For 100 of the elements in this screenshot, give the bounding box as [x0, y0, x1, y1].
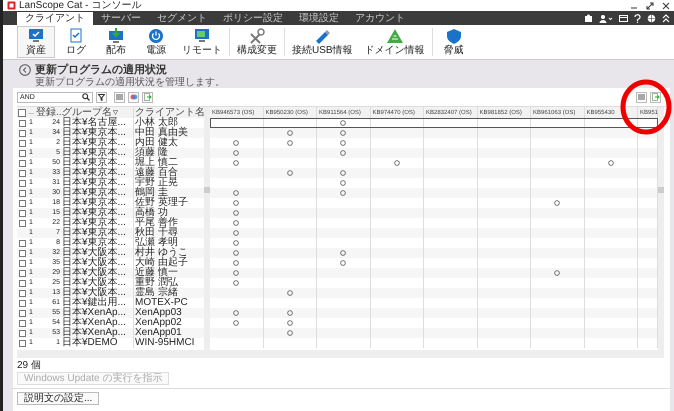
shield-icon	[444, 28, 463, 44]
row-checkbox[interactable]	[18, 260, 26, 266]
table-cell-text: 日本¥東京本...	[61, 168, 127, 178]
column-header[interactable]: グループ名	[62, 108, 112, 118]
list-view-button[interactable]	[114, 92, 125, 102]
table-cell-text: 日本¥XenAp...	[61, 328, 127, 338]
row-checkbox[interactable]	[18, 300, 26, 306]
column-header[interactable]: 登録...	[35, 108, 61, 118]
search-icon[interactable]	[82, 93, 90, 101]
row-checkbox[interactable]	[18, 310, 26, 316]
row-checkbox[interactable]	[18, 120, 26, 126]
table-cell-text: 日本¥XenAp...	[61, 318, 127, 328]
toolbar-button[interactable]: 構成変更	[232, 26, 282, 58]
table-cell-text: 日本¥東京本...	[61, 228, 127, 238]
row-checkbox[interactable]	[18, 220, 26, 226]
export-button[interactable]	[142, 92, 153, 102]
table-cell-text: 日本¥大阪本...	[61, 278, 127, 288]
tab[interactable]: サーバー	[93, 12, 149, 25]
row-checkbox[interactable]	[18, 330, 26, 336]
description-settings-button[interactable]: 説明文の設定...	[17, 392, 100, 405]
table-cell-text: 日本¥大阪本...	[61, 248, 127, 258]
table-cell-text: 日本¥大阪本...	[61, 288, 127, 298]
toolbar-button[interactable]: リモート	[177, 26, 227, 58]
row-checkbox[interactable]	[18, 210, 26, 216]
row-checkbox[interactable]	[18, 320, 26, 326]
globe-icon[interactable]	[647, 14, 656, 22]
table-cell-text: 日本¥名古屋...	[61, 118, 127, 128]
table-cell-text: 日本¥東京本...	[61, 158, 127, 168]
toolbar-button[interactable]: 脅威	[434, 26, 473, 58]
table-cell-text: 日本¥大阪本...	[61, 258, 127, 268]
table-cell-text: 日本¥東京本...	[61, 208, 127, 218]
toolbar-button[interactable]: 接続USB情報	[287, 26, 358, 58]
annotation-overlay	[620, 79, 672, 135]
monitor-download-icon	[107, 28, 125, 44]
row-checkbox[interactable]	[18, 290, 26, 296]
table-cell-text: 日本¥東京本...	[61, 148, 127, 158]
back-icon[interactable]	[19, 64, 31, 76]
table-cell-text: 日本¥東京本...	[61, 218, 127, 228]
tab[interactable]: 環境設定	[291, 12, 347, 25]
filter-icon[interactable]	[113, 110, 118, 115]
toolbar-button[interactable]: 電源	[137, 26, 175, 58]
table-row[interactable]	[210, 128, 658, 138]
row-checkbox[interactable]	[18, 180, 26, 186]
toolbar-button[interactable]: ドメイン情報	[360, 26, 430, 58]
window-icon[interactable]	[619, 14, 628, 22]
row-checkbox[interactable]	[18, 240, 26, 246]
toolbar-button[interactable]: 配布	[97, 26, 135, 58]
table-cell-text: 日本¥東京本...	[61, 178, 127, 188]
table-cell-text: 日本¥XenAp...	[61, 308, 127, 318]
table-cell-text: 日本¥東京本...	[61, 128, 127, 138]
row-checkbox[interactable]	[18, 170, 26, 176]
circle-mark	[394, 160, 400, 166]
circle-mark	[608, 160, 614, 166]
column-list-button[interactable]	[636, 92, 647, 102]
table-cell-text: 日本¥東京本...	[61, 188, 127, 198]
monitor-icon	[193, 28, 211, 44]
tab[interactable]: クライアント	[17, 12, 93, 25]
circle-mark	[286, 290, 293, 296]
help-icon[interactable]	[634, 14, 641, 22]
monitor-check-icon	[27, 28, 45, 44]
user-icon[interactable]	[599, 14, 613, 22]
item-count: 29 個	[17, 360, 42, 371]
toolbar-button[interactable]: 資産	[17, 26, 55, 58]
tab[interactable]: ポリシー設定	[215, 12, 291, 25]
circle-mark	[554, 200, 560, 206]
row-checkbox[interactable]	[18, 340, 26, 346]
table-cell-text: 日本¥東京本...	[61, 198, 127, 208]
toolbar-button[interactable]: ログ	[57, 26, 95, 58]
table-cell-text: 日本¥DEMO	[61, 338, 118, 348]
row-checkbox[interactable]	[18, 130, 26, 136]
filter-button[interactable]	[96, 92, 107, 102]
row-checkbox[interactable]	[18, 140, 26, 146]
row-checkbox[interactable]	[18, 190, 26, 196]
close-icon[interactable]	[662, 2, 670, 10]
vertical-scrollbar[interactable]	[204, 107, 210, 358]
circle-mark	[554, 270, 560, 276]
row-checkbox[interactable]	[18, 160, 26, 166]
row-checkbox[interactable]	[18, 280, 26, 286]
window-title: LanScope Cat - コンソール	[19, 0, 142, 11]
collapse-icon[interactable]	[662, 14, 670, 22]
page-title: 更新プログラムの適用状況	[35, 62, 167, 76]
tools-icon	[248, 28, 266, 44]
palette-button[interactable]	[128, 92, 139, 102]
maximize-icon[interactable]	[646, 2, 654, 10]
table-cell-text: 日本¥鍵出用...	[61, 298, 127, 308]
page-subtitle: 更新プログラムの適用状況を管理します。	[34, 77, 226, 88]
table-cell-text: 日本¥東京本...	[61, 238, 127, 248]
table-cell-text: 日本¥大阪本...	[61, 268, 127, 278]
row-checkbox[interactable]	[18, 150, 26, 156]
tab[interactable]: アカウント	[347, 12, 413, 25]
row-checkbox[interactable]	[18, 200, 26, 206]
select-all-checkbox[interactable]	[18, 108, 26, 116]
circle-mark	[286, 170, 293, 176]
power-icon	[147, 28, 165, 44]
row-checkbox[interactable]	[18, 250, 26, 256]
table-cell-text: 日本¥東京本...	[61, 138, 127, 148]
row-checkbox[interactable]	[18, 270, 26, 276]
tab[interactable]: セグメント	[149, 12, 215, 25]
vertical-scrollbar[interactable]	[658, 107, 664, 358]
triangle-icon	[386, 28, 404, 44]
